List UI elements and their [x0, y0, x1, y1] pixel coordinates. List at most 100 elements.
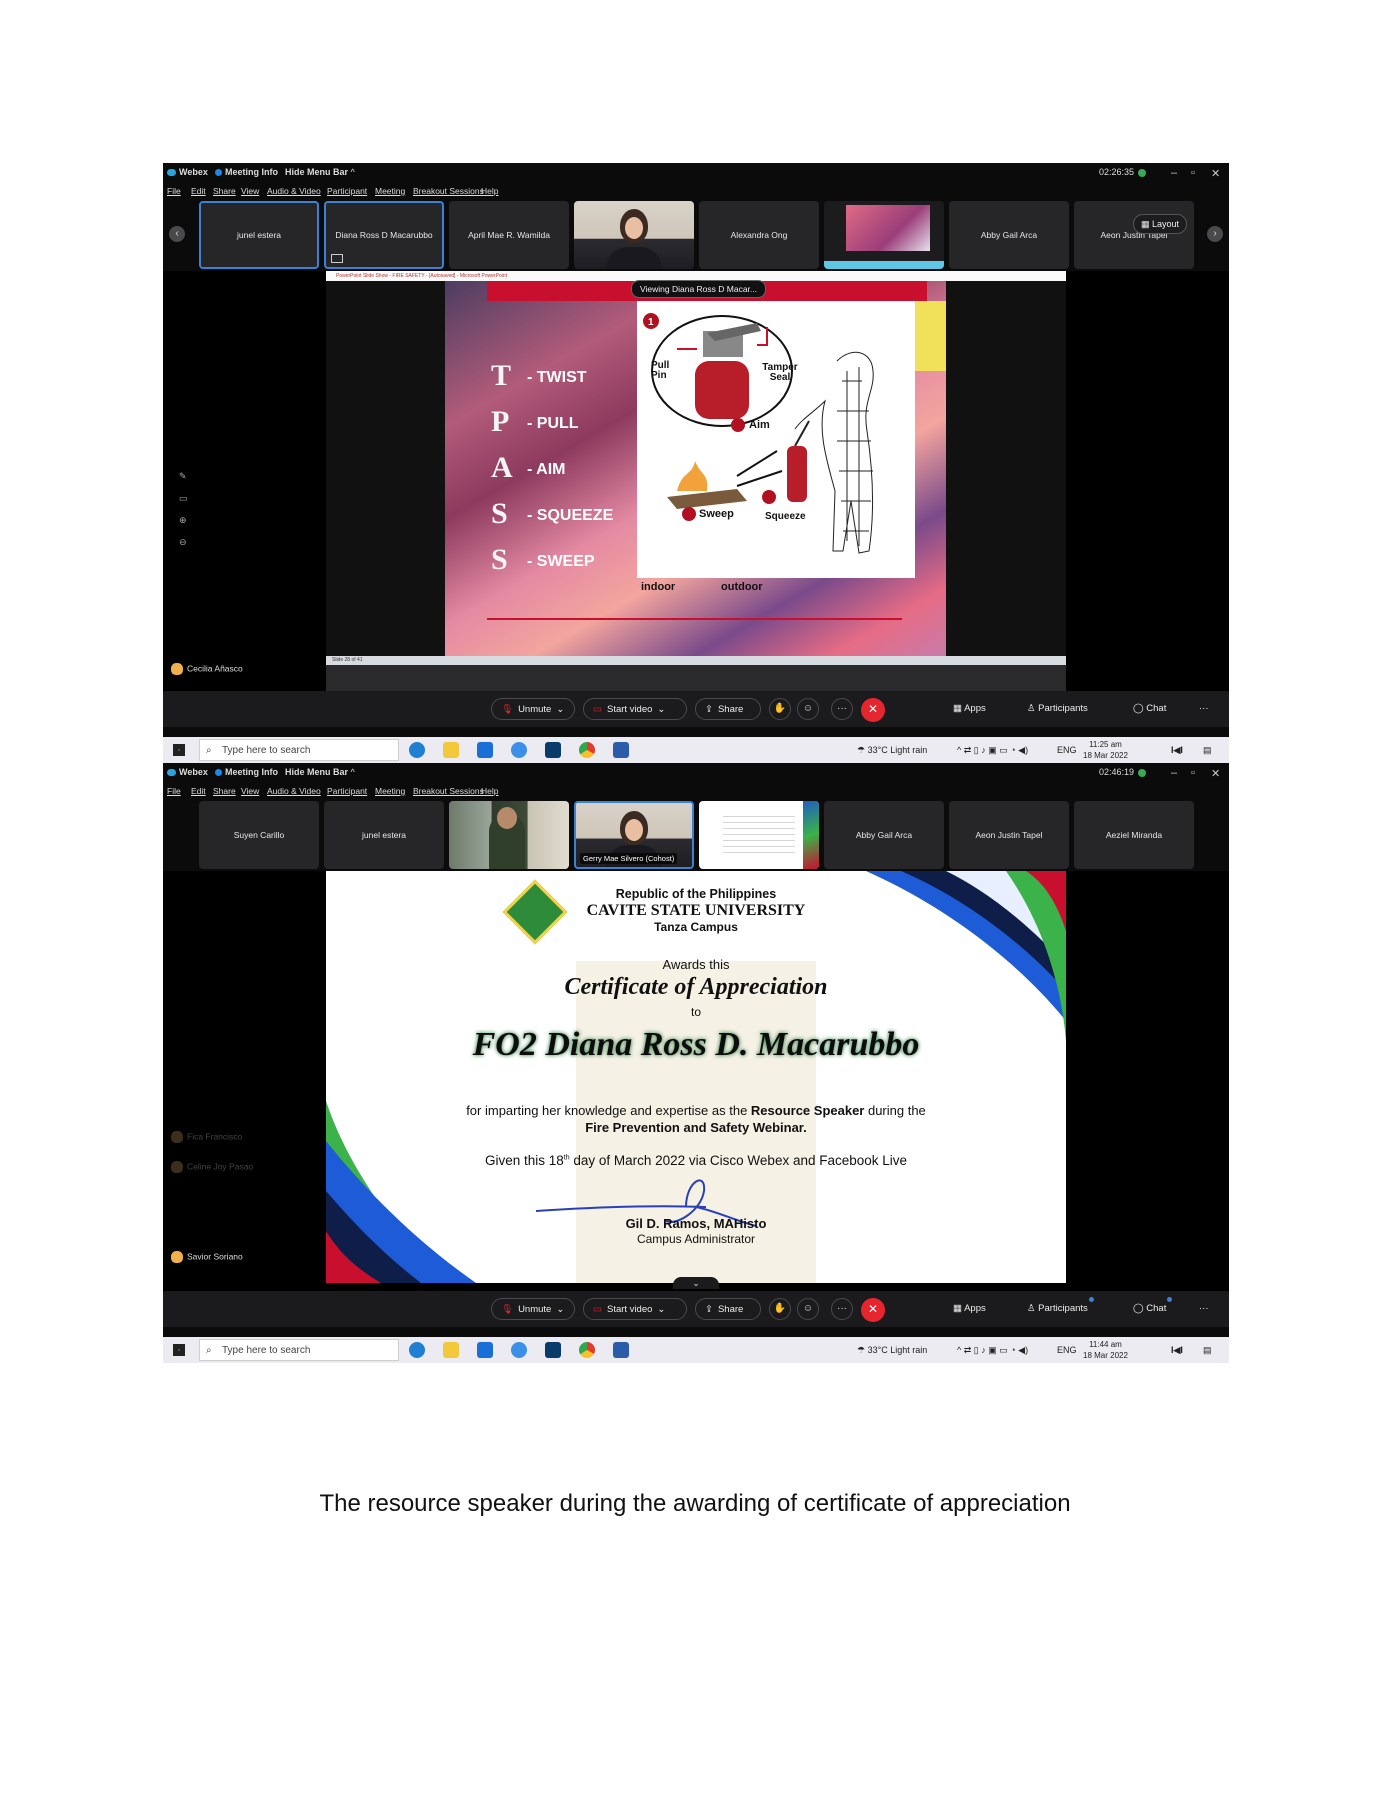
share-button[interactable]: ⇪ Share	[695, 1298, 761, 1320]
chat-button[interactable]: ◯ Chat	[1133, 1297, 1173, 1314]
shared-content-thumbnail[interactable]	[699, 801, 819, 869]
participant-tile[interactable]: Diana Ross D Macarubbo	[324, 201, 444, 269]
menu-meeting[interactable]: Meeting	[375, 786, 405, 796]
windows-start-icon[interactable]	[173, 744, 185, 756]
reactions-icon[interactable]: ☺	[797, 698, 819, 720]
chrome-icon[interactable]	[579, 742, 595, 758]
file-explorer-icon[interactable]	[443, 742, 459, 758]
system-tray-icons[interactable]: ^ ⇄ ▯ ♪ ▣ ▭ ◔ ◀)	[957, 745, 1028, 756]
mail-icon[interactable]	[477, 1342, 493, 1358]
meet-now-icon[interactable]: I◀I	[1171, 745, 1183, 756]
chrome-icon[interactable]	[579, 1342, 595, 1358]
more-menu-icon[interactable]: ···	[1199, 703, 1209, 714]
menu-audio-video[interactable]: Audio & Video	[267, 786, 321, 796]
more-options-icon[interactable]: ···	[831, 1298, 853, 1320]
participants-button[interactable]: ♙ Participants	[1027, 703, 1088, 714]
restore-icon[interactable]: ▫	[1191, 167, 1195, 179]
start-video-button[interactable]: ▭ Start video ⌄	[583, 698, 687, 720]
close-icon[interactable]: ✕	[1211, 767, 1220, 780]
menu-meeting[interactable]: Meeting	[375, 186, 405, 196]
participant-tile[interactable]: Alexandra Ong	[699, 201, 819, 269]
menu-breakout-sessions[interactable]: Breakout Sessions	[413, 186, 484, 196]
participants-button[interactable]: ♙ Participants	[1027, 1297, 1094, 1314]
menu-breakout-sessions[interactable]: Breakout Sessions	[413, 786, 484, 796]
word-icon[interactable]	[613, 742, 629, 758]
participant-tile[interactable]: Aeon Justin Tapel	[949, 801, 1069, 869]
webex-taskbar-icon[interactable]	[545, 1342, 561, 1358]
apps-button[interactable]: ▦ Apps	[953, 1303, 986, 1314]
restore-icon[interactable]: ▫	[1191, 767, 1195, 779]
unmute-button[interactable]: 🎙 Unmute ⌄	[491, 1298, 575, 1320]
close-icon[interactable]: ✕	[1211, 167, 1220, 180]
menu-participant[interactable]: Participant	[327, 186, 367, 196]
word-icon[interactable]	[613, 1342, 629, 1358]
system-tray-icons[interactable]: ^ ⇄ ▯ ♪ ▣ ▭ ◔ ◀)	[957, 1345, 1028, 1356]
windows-start-icon[interactable]	[173, 1344, 185, 1356]
layout-button[interactable]: ▦ Layout	[1132, 214, 1187, 234]
menu-edit[interactable]: Edit	[191, 186, 206, 196]
language-indicator[interactable]: ENG	[1057, 745, 1077, 755]
edge-icon[interactable]	[409, 1342, 425, 1358]
collapse-share-icon[interactable]: ⌄	[673, 1277, 719, 1289]
more-options-icon[interactable]: ···	[831, 698, 853, 720]
hide-menu-bar-button[interactable]: Hide Menu Bar ^	[285, 767, 355, 777]
share-button[interactable]: ⇪ Share	[695, 698, 761, 720]
end-call-button[interactable]: ✕	[861, 698, 885, 722]
participant-tile[interactable]: Aeziel Miranda	[1074, 801, 1194, 869]
reactions-icon[interactable]: ☺	[797, 1298, 819, 1320]
menu-file[interactable]: File	[167, 786, 181, 796]
messenger-icon[interactable]	[511, 742, 527, 758]
start-video-button[interactable]: ▭ Start video ⌄	[583, 1298, 687, 1320]
taskbar-search-input[interactable]: ⌕ Type here to search	[199, 739, 399, 761]
participant-tile[interactable]: Aeon Justin Tapel	[1074, 201, 1194, 269]
messenger-icon[interactable]	[511, 1342, 527, 1358]
raise-hand-icon[interactable]: ✋	[769, 1298, 791, 1320]
minimize-icon[interactable]: –	[1171, 167, 1177, 179]
menu-share[interactable]: Share	[213, 186, 236, 196]
meet-now-icon[interactable]: I◀I	[1171, 1345, 1183, 1356]
participant-video-tile[interactable]	[449, 801, 569, 869]
chat-button[interactable]: ◯ Chat	[1133, 703, 1166, 714]
mail-icon[interactable]	[477, 742, 493, 758]
more-menu-icon[interactable]: ···	[1199, 1303, 1209, 1314]
participant-video-tile[interactable]: Gerry Mae Silvero (Cohost)	[574, 801, 694, 869]
strip-next-icon[interactable]: ›	[1207, 226, 1223, 242]
menu-audio-video[interactable]: Audio & Video	[267, 186, 321, 196]
raise-hand-icon[interactable]: ✋	[769, 698, 791, 720]
menu-view[interactable]: View	[241, 786, 259, 796]
unmute-button[interactable]: 🎙 Unmute ⌄	[491, 698, 575, 720]
menu-participant[interactable]: Participant	[327, 786, 367, 796]
taskbar-search-input[interactable]: ⌕ Type here to search	[199, 1339, 399, 1361]
shared-content-thumbnail[interactable]	[824, 201, 944, 269]
zoom-in-icon[interactable]: ⊕	[179, 515, 187, 526]
taskbar-clock[interactable]: 11:44 am 18 Mar 2022	[1083, 1339, 1128, 1361]
menu-help[interactable]: Help	[481, 786, 498, 796]
menu-edit[interactable]: Edit	[191, 786, 206, 796]
taskbar-clock[interactable]: 11:25 am 18 Mar 2022	[1083, 739, 1128, 761]
language-indicator[interactable]: ENG	[1057, 1345, 1077, 1355]
file-explorer-icon[interactable]	[443, 1342, 459, 1358]
participant-tile[interactable]: April Mae R. Wamilda	[449, 201, 569, 269]
minimize-icon[interactable]: –	[1171, 767, 1177, 779]
participant-tile[interactable]: junel estera	[324, 801, 444, 869]
notifications-icon[interactable]: ▤	[1203, 745, 1212, 756]
webex-taskbar-icon[interactable]	[545, 742, 561, 758]
strip-prev-icon[interactable]: ‹	[169, 226, 185, 242]
participant-video-tile[interactable]	[574, 201, 694, 269]
meeting-info-button[interactable]: Meeting Info	[215, 167, 278, 177]
weather-widget[interactable]: ☂ 33°C Light rain	[857, 745, 927, 756]
edge-icon[interactable]	[409, 742, 425, 758]
participant-tile[interactable]: junel estera	[199, 201, 319, 269]
participant-tile[interactable]: Suyen Carillo	[199, 801, 319, 869]
fit-screen-icon[interactable]: ▭	[179, 493, 188, 504]
menu-file[interactable]: File	[167, 186, 181, 196]
menu-share[interactable]: Share	[213, 786, 236, 796]
zoom-out-icon[interactable]: ⊖	[179, 537, 187, 548]
hide-menu-bar-button[interactable]: Hide Menu Bar ^	[285, 167, 355, 177]
annotate-icon[interactable]: ✎	[179, 471, 187, 482]
notifications-icon[interactable]: ▤	[1203, 1345, 1212, 1356]
menu-help[interactable]: Help	[481, 186, 498, 196]
meeting-info-button[interactable]: Meeting Info	[215, 767, 278, 777]
menu-view[interactable]: View	[241, 186, 259, 196]
participant-tile[interactable]: Abby Gail Arca	[824, 801, 944, 869]
